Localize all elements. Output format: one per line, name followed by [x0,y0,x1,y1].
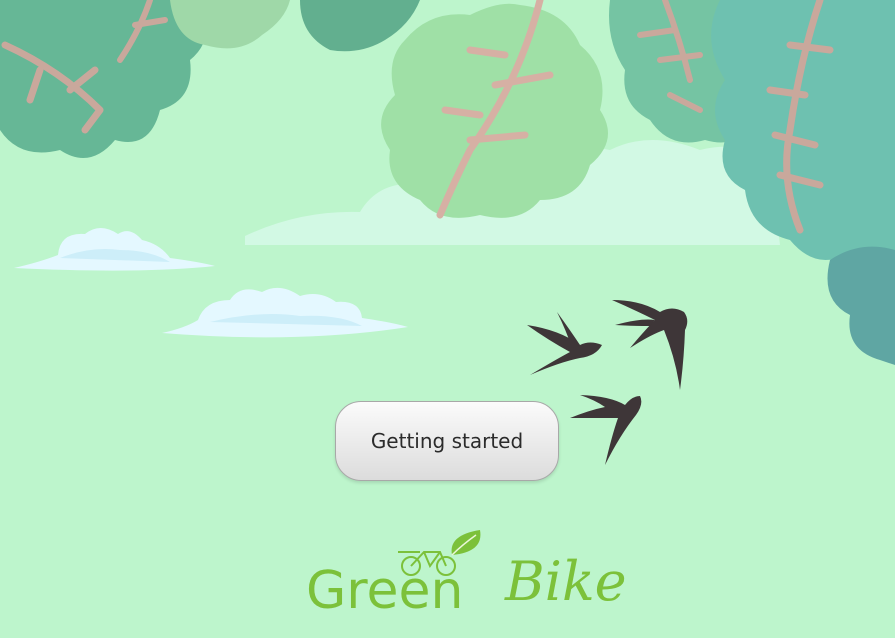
brand-logo-bike: Bike [504,550,627,613]
brand-logo: Green Bike [306,530,627,621]
brand-logo-green: Green [306,561,463,621]
leaf-icon [451,530,481,556]
